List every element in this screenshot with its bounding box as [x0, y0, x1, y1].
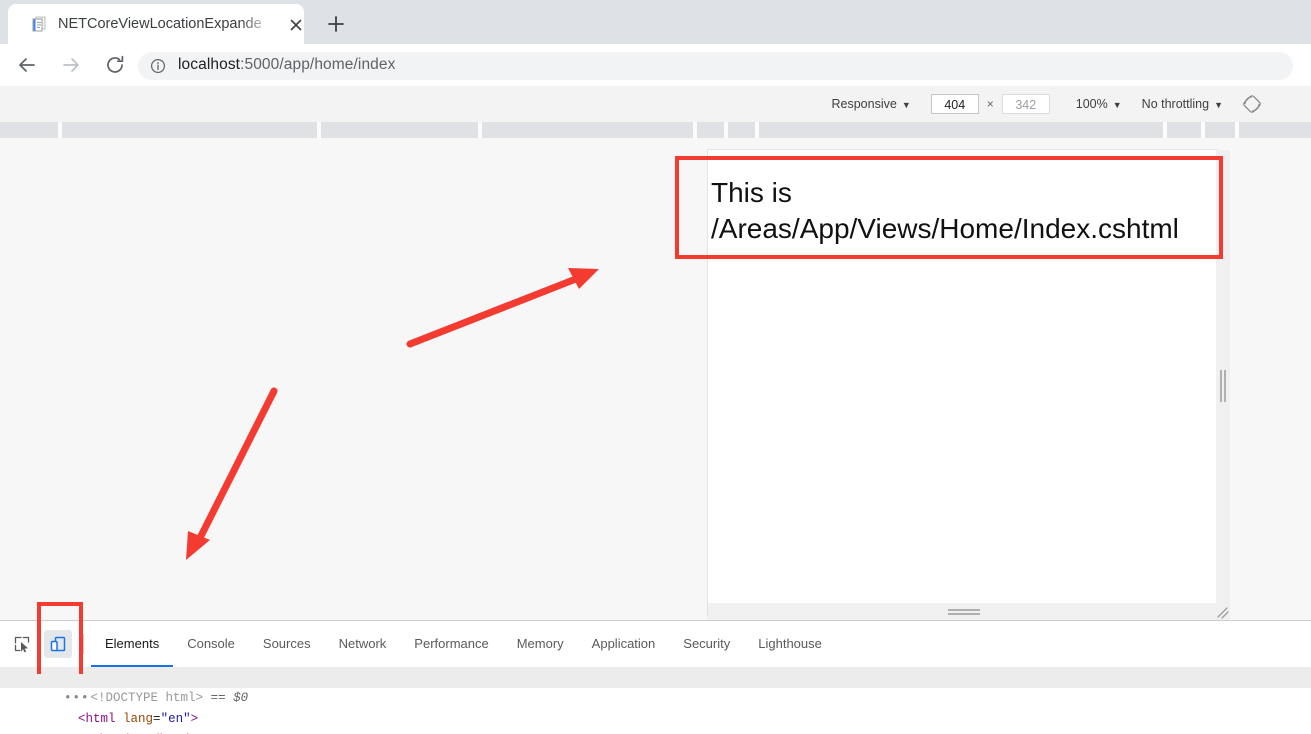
reload-icon[interactable] [103, 53, 127, 77]
ruler-segment [62, 122, 317, 138]
devtools-panel: Elements Console Sources Network Perform… [0, 620, 1311, 734]
page-heading-text: This is /Areas/App/Views/Home/Index.csht… [711, 177, 1179, 244]
ruler-segment [482, 122, 693, 138]
arrow-left-icon[interactable] [15, 53, 39, 77]
devtools-tabbar: Elements Console Sources Network Perform… [0, 621, 1311, 668]
tab-performance[interactable]: Performance [400, 621, 502, 667]
ruler-segment [1239, 122, 1311, 138]
dom-node-doctype[interactable]: •••<!DOCTYPE html> == $0 [0, 667, 1311, 705]
ruler-segment [697, 122, 724, 138]
viewport-resize-handle-bottom[interactable] [708, 603, 1216, 620]
url-host: localhost [178, 56, 241, 73]
new-tab-button[interactable] [322, 10, 350, 38]
chevron-down-icon: ▼ [1112, 99, 1122, 110]
page-canvas: This is /Areas/App/Views/Home/Index.csht… [0, 138, 1311, 620]
tab-title: NETCoreViewLocationExpande [58, 16, 262, 32]
dom-node-html[interactable]: <html lang="en"> [0, 688, 1311, 726]
chevron-down-icon: ▼ [1214, 99, 1223, 110]
browser-tab[interactable]: NETCoreViewLocationExpande [8, 4, 304, 44]
ruler-segment [1167, 122, 1201, 138]
tab-application[interactable]: Application [578, 621, 670, 667]
inspect-element-icon[interactable] [8, 630, 36, 658]
ruler-segment [728, 122, 755, 138]
tab-strip: NETCoreViewLocationExpande [0, 0, 1311, 44]
browser-window: NETCoreViewLocationExpande localhost:500… [0, 0, 1311, 734]
tab-memory[interactable]: Memory [503, 621, 578, 667]
ruler-segment [1205, 122, 1235, 138]
viewport-height-input[interactable]: 342 [1001, 94, 1050, 114]
resize-grip [1220, 370, 1222, 402]
ruler-segment [321, 122, 478, 138]
throttling-select[interactable]: No throttling ▼ [1142, 97, 1223, 111]
dimension-separator: × [986, 97, 994, 111]
tab-elements[interactable]: Elements [91, 621, 173, 667]
browser-toolbar: localhost:5000/app/home/index [0, 44, 1311, 87]
device-emulation-toolbar: Responsive ▼ 404 × 342 100% ▼ No throttl… [0, 86, 1311, 123]
tab-sources[interactable]: Sources [249, 621, 325, 667]
page-content: This is /Areas/App/Views/Home/Index.csht… [708, 150, 1216, 603]
chevron-down-icon: ▼ [901, 99, 911, 110]
url-path: :5000/app/home/index [240, 56, 396, 73]
ruler-segment [0, 122, 58, 138]
zoom-select[interactable]: 100% ▼ [1076, 97, 1122, 111]
device-toolbar-icon[interactable] [44, 630, 72, 658]
info-circle-icon[interactable] [150, 58, 166, 74]
tab-security[interactable]: Security [669, 621, 744, 667]
throttling-label: No throttling [1141, 97, 1210, 111]
tab-network[interactable]: Network [325, 621, 401, 667]
ruler-segment [759, 122, 1163, 138]
resize-grip [948, 609, 980, 611]
viewport-resize-handle-right[interactable] [1216, 150, 1230, 603]
dom-node-head[interactable]: <head>…</head> [0, 709, 1311, 734]
device-ruler-strip [0, 122, 1311, 138]
zoom-label: 100% [1075, 97, 1108, 111]
close-icon[interactable] [288, 17, 304, 33]
device-select-label: Responsive [831, 97, 897, 111]
viewport-width-input[interactable]: 404 [930, 94, 979, 114]
url-text: localhost:5000/app/home/index [178, 56, 395, 74]
tab-console[interactable]: Console [173, 621, 249, 667]
arrow-right-icon[interactable] [59, 53, 83, 77]
document-icon [30, 15, 48, 33]
viewport-resize-handle-corner[interactable] [1216, 603, 1230, 620]
emulated-viewport: This is /Areas/App/Views/Home/Index.csht… [708, 150, 1230, 620]
address-bar[interactable]: localhost:5000/app/home/index [138, 52, 1293, 80]
toolbar-divider [83, 634, 84, 654]
device-select[interactable]: Responsive ▼ [832, 97, 911, 111]
elements-dom-tree: •••<!DOCTYPE html> == $0 <html lang="en"… [0, 667, 1311, 734]
rotate-device-icon[interactable] [1241, 93, 1263, 115]
tab-lighthouse[interactable]: Lighthouse [744, 621, 836, 667]
